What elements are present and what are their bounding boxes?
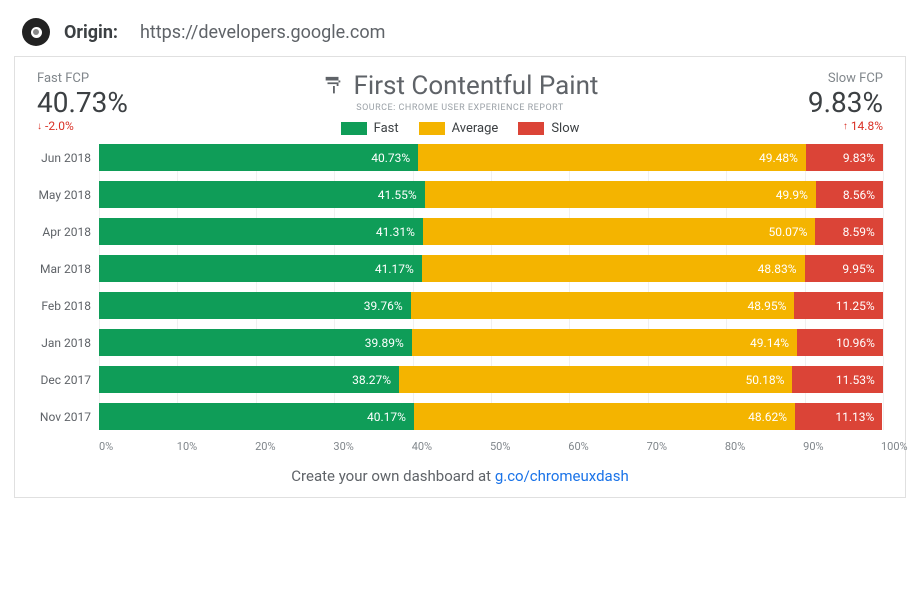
origin-bar: Origin: https://developers.google.com (0, 0, 920, 56)
row-label: Apr 2018 (37, 225, 99, 239)
axis-tick: 100% (881, 440, 882, 453)
segment-avg: 48.83% (422, 255, 805, 282)
legend-slow: Slow (518, 121, 579, 136)
row-label: Dec 2017 (37, 373, 99, 387)
swatch-average-icon (419, 122, 445, 135)
segment-fast: 38.27% (99, 366, 399, 393)
segment-fast: 41.55% (99, 181, 425, 208)
axis-tick: 90% (803, 440, 804, 453)
swatch-slow-icon (518, 122, 544, 135)
chart-row: Jun 201840.73%49.48%9.83% (37, 144, 883, 171)
stacked-bar: 41.31%50.07%8.59% (99, 218, 883, 245)
segment-fast: 40.73% (99, 144, 418, 171)
segment-fast: 40.17% (99, 403, 414, 430)
segment-fast: 39.76% (99, 292, 411, 319)
chart-source: SOURCE: CHROME USER EXPERIENCE REPORT (207, 103, 713, 113)
slow-fcp-value: 9.83% (713, 86, 883, 119)
segment-avg: 49.9% (425, 181, 816, 208)
fast-fcp-value: 40.73% (37, 86, 207, 119)
axis-tick: 70% (647, 440, 648, 453)
chart-row: Mar 201841.17%48.83%9.95% (37, 255, 883, 282)
segment-fast: 41.31% (99, 218, 423, 245)
stacked-bar: 40.73%49.48%9.83% (99, 144, 883, 171)
segment-slow: 9.83% (806, 144, 883, 171)
axis-tick: 10% (177, 440, 178, 453)
stacked-bar: 41.55%49.9%8.56% (99, 181, 883, 208)
segment-slow: 11.25% (794, 292, 882, 319)
axis-tick: 30% (333, 440, 334, 453)
fcp-card: Fast FCP 40.73% ↓ -2.0% First Contentful… (14, 56, 906, 498)
segment-avg: 50.07% (423, 218, 816, 245)
fast-fcp-stat: Fast FCP 40.73% ↓ -2.0% (37, 71, 207, 133)
axis-tick: 50% (490, 440, 491, 453)
legend-average: Average (419, 121, 499, 136)
axis-tick: 80% (725, 440, 726, 453)
row-label: Nov 2017 (37, 410, 99, 424)
fast-fcp-label: Fast FCP (37, 71, 207, 86)
chart-x-axis: 0% 10% 20% 30% 40% 50% 60% 70% 80% 90% 100% (99, 440, 883, 453)
segment-avg: 48.95% (411, 292, 795, 319)
legend-fast: Fast (341, 121, 399, 136)
slow-fcp-delta: ↑ 14.8% (713, 119, 883, 133)
row-label: Jun 2018 (37, 151, 99, 165)
fast-fcp-delta: ↓ -2.0% (37, 119, 207, 133)
stacked-bar: 40.17%48.62%11.13% (99, 403, 883, 430)
chart-row: Apr 201841.31%50.07%8.59% (37, 218, 883, 245)
row-label: Jan 2018 (37, 336, 99, 350)
stacked-bar: 39.89%49.14%10.96% (99, 329, 883, 356)
segment-fast: 39.89% (99, 329, 412, 356)
stacked-bar: 38.27%50.18%11.53% (99, 366, 883, 393)
slow-fcp-stat: Slow FCP 9.83% ↑ 14.8% (713, 71, 883, 133)
fcp-chart: Jun 201840.73%49.48%9.83%May 201841.55%4… (37, 144, 883, 430)
chart-row: Jan 201839.89%49.14%10.96% (37, 329, 883, 356)
chart-title: First Contentful Paint (354, 71, 599, 101)
segment-slow: 10.96% (797, 329, 883, 356)
row-label: Feb 2018 (37, 299, 99, 313)
segment-avg: 50.18% (399, 366, 792, 393)
footer-link[interactable]: g.co/chromeuxdash (495, 467, 629, 485)
chart-row: May 201841.55%49.9%8.56% (37, 181, 883, 208)
segment-slow: 8.59% (815, 218, 882, 245)
axis-tick: 20% (255, 440, 256, 453)
origin-label: Origin: (64, 22, 118, 43)
stacked-bar: 39.76%48.95%11.25% (99, 292, 883, 319)
origin-value: https://developers.google.com (140, 22, 385, 43)
chrome-icon (22, 18, 50, 46)
segment-avg: 49.14% (412, 329, 797, 356)
segment-avg: 48.62% (414, 403, 795, 430)
segment-slow: 11.53% (792, 366, 882, 393)
segment-slow: 11.13% (795, 403, 882, 430)
arrow-up-icon: ↑ (843, 121, 848, 132)
chart-row: Nov 201740.17%48.62%11.13% (37, 403, 883, 430)
slow-fcp-label: Slow FCP (713, 71, 883, 86)
axis-tick: 0% (99, 440, 100, 453)
chart-legend: Fast Average Slow (207, 121, 713, 136)
stacked-bar: 41.17%48.83%9.95% (99, 255, 883, 282)
row-label: May 2018 (37, 188, 99, 202)
swatch-fast-icon (341, 122, 367, 135)
segment-fast: 41.17% (99, 255, 422, 282)
footer-text: Create your own dashboard at g.co/chrome… (37, 467, 883, 485)
paint-roller-icon (322, 75, 344, 97)
segment-avg: 49.48% (418, 144, 806, 171)
axis-tick: 60% (568, 440, 569, 453)
segment-slow: 9.95% (805, 255, 883, 282)
row-label: Mar 2018 (37, 262, 99, 276)
arrow-down-icon: ↓ (37, 121, 42, 132)
chart-row: Dec 201738.27%50.18%11.53% (37, 366, 883, 393)
segment-slow: 8.56% (816, 181, 883, 208)
chart-row: Feb 201839.76%48.95%11.25% (37, 292, 883, 319)
axis-tick: 40% (412, 440, 413, 453)
